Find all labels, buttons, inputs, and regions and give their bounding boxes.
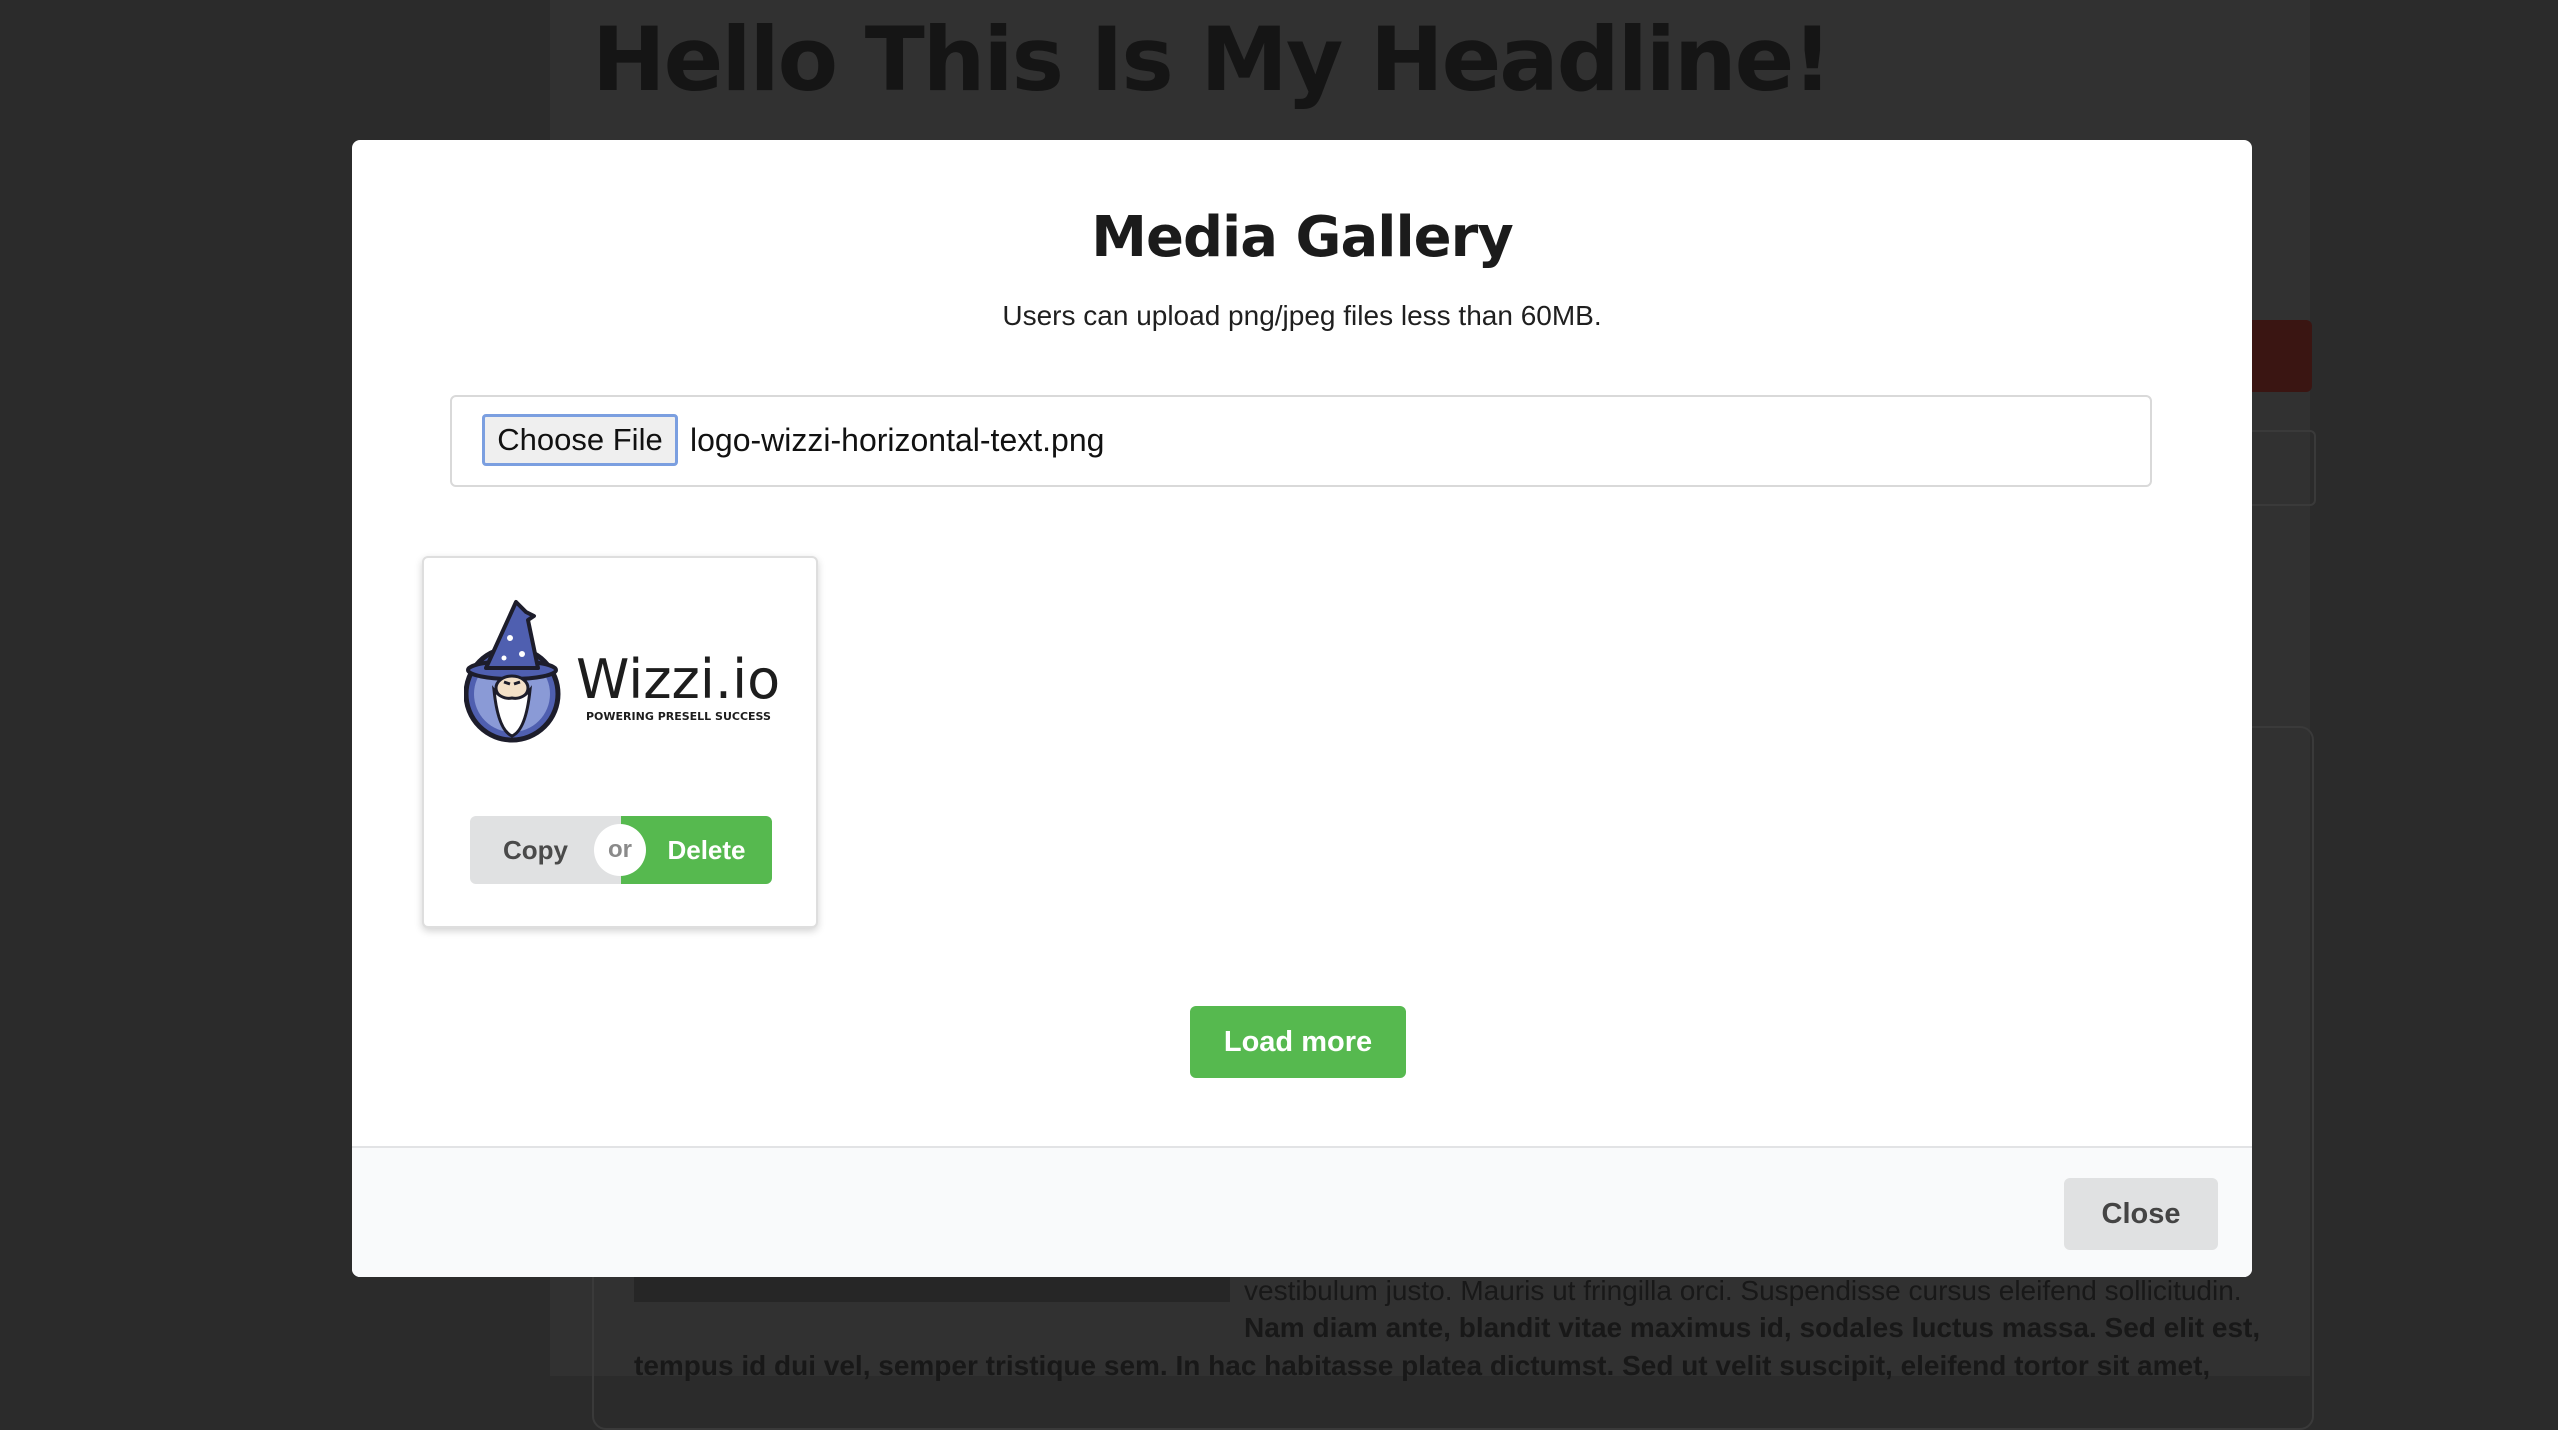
item-actions: Copy Delete or [470,816,772,884]
media-gallery-modal: Media Gallery Users can upload png/jpeg … [352,140,2252,1277]
close-button[interactable]: Close [2064,1178,2218,1250]
selected-file-name: logo-wizzi-horizontal-text.png [690,422,1105,458]
background-text-line: vestibulum justo. Mauris ut fringilla or… [1244,1275,2242,1306]
or-divider: or [594,824,646,876]
modal-footer: Close [352,1146,2252,1277]
wizzi-logo: Wizzi.io POWERING PRESELL SUCCESS [464,600,780,743]
background-text-line: Nam diam ante, blandit vitae maximus id,… [1244,1312,2261,1343]
logo-text: Wizzi.io [576,648,780,711]
logo-tagline: POWERING PRESELL SUCCESS [586,710,771,723]
modal-title: Media Gallery [1091,205,1514,270]
modal-subtitle: Users can upload png/jpeg files less tha… [1002,300,1602,331]
background-headline: Hello This Is My Headline! [592,8,1832,111]
load-more-button[interactable]: Load more [1190,1006,1406,1078]
gallery-item-card: Wizzi.io POWERING PRESELL SUCCESS Copy D… [422,556,818,928]
file-upload-field[interactable]: Choose File logo-wizzi-horizontal-text.p… [450,395,2152,487]
choose-file-button[interactable]: Choose File [482,414,678,466]
background-text-line: tempus id dui vel, semper tristique sem.… [634,1350,2211,1381]
